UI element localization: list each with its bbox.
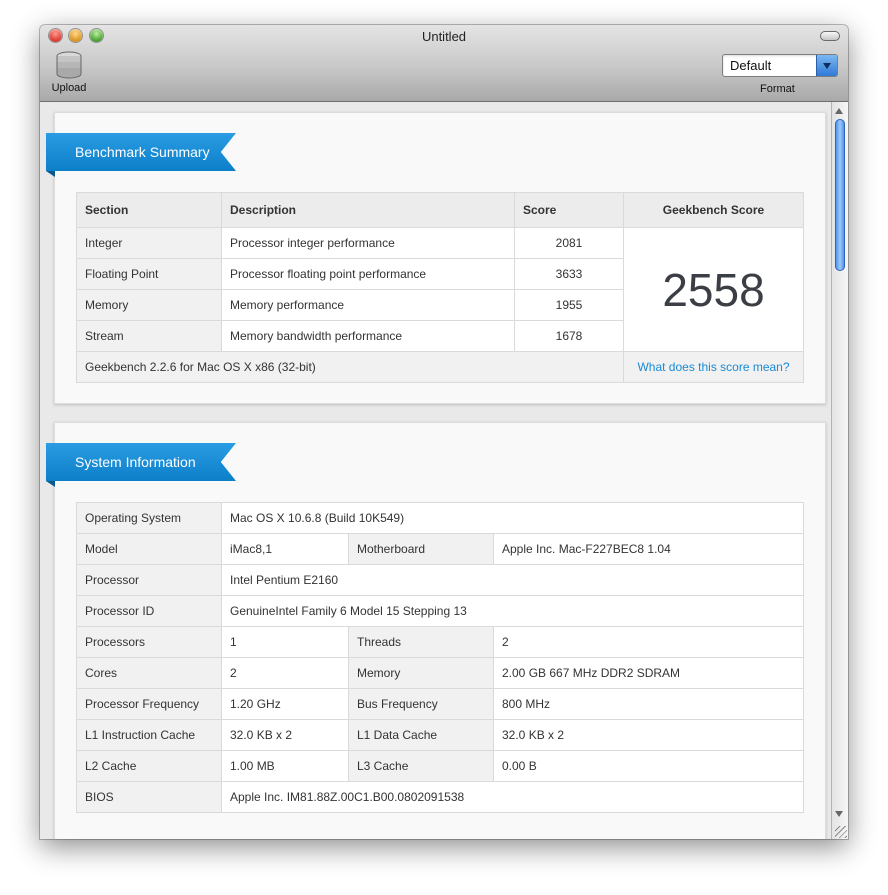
database-upload-icon bbox=[56, 51, 82, 79]
row-section: Floating Point bbox=[76, 258, 222, 290]
processor-frequency-label: Processor Frequency bbox=[76, 688, 222, 720]
row-description: Processor floating point performance bbox=[221, 258, 515, 290]
system-information-card: System Information Operating System Mac … bbox=[46, 422, 826, 839]
toolbar-toggle-button[interactable] bbox=[820, 31, 840, 41]
resize-grip-icon[interactable] bbox=[835, 826, 847, 838]
cores-value: 2 bbox=[221, 657, 349, 689]
os-label: Operating System bbox=[76, 502, 222, 534]
geekbench-version: Geekbench 2.2.6 for Mac OS X x86 (32-bit… bbox=[76, 351, 624, 383]
benchmark-summary-card: Benchmark Summary Section Description Sc… bbox=[46, 112, 826, 404]
row-section: Stream bbox=[76, 320, 222, 352]
threads-label: Threads bbox=[348, 626, 494, 658]
table-row: Processor Intel Pentium E2160 bbox=[76, 564, 804, 596]
os-value: Mac OS X 10.6.8 (Build 10K549) bbox=[221, 502, 804, 534]
system-information-table: Operating System Mac OS X 10.6.8 (Build … bbox=[76, 502, 804, 813]
app-window: Untitled Upload Default Format Benchmark… bbox=[40, 25, 848, 839]
column-header-description: Description bbox=[221, 192, 515, 228]
row-description: Memory bandwidth performance bbox=[221, 320, 515, 352]
benchmark-summary-heading: Benchmark Summary bbox=[46, 133, 236, 171]
row-score: 1955 bbox=[514, 289, 624, 321]
cores-label: Cores bbox=[76, 657, 222, 689]
table-row: BIOS Apple Inc. IM81.88Z.00C1.B00.080209… bbox=[76, 781, 804, 813]
column-header-geekbench-score: Geekbench Score bbox=[623, 192, 804, 228]
table-row: Processor Frequency 1.20 GHz Bus Frequen… bbox=[76, 688, 804, 720]
row-score: 2081 bbox=[514, 227, 624, 259]
l3-cache-value: 0.00 B bbox=[493, 750, 804, 782]
motherboard-label: Motherboard bbox=[348, 533, 494, 565]
table-row: L2 Cache 1.00 MB L3 Cache 0.00 B bbox=[76, 750, 804, 782]
table-row: Integer Processor integer performance 20… bbox=[76, 227, 804, 352]
table-header-row: Section Description Score Geekbench Scor… bbox=[76, 192, 804, 228]
row-section: Memory bbox=[76, 289, 222, 321]
model-value: iMac8,1 bbox=[221, 533, 349, 565]
format-select[interactable]: Default bbox=[722, 54, 838, 77]
geekbench-score-cell: 2558 bbox=[623, 227, 804, 352]
geekbench-score: 2558 bbox=[662, 263, 765, 316]
upload-label: Upload bbox=[51, 82, 87, 94]
format-select-value: Default bbox=[730, 58, 772, 73]
column-header-score: Score bbox=[514, 192, 624, 228]
threads-value: 2 bbox=[493, 626, 804, 658]
ribbon-fold bbox=[46, 481, 55, 487]
report-content: Benchmark Summary Section Description Sc… bbox=[40, 102, 832, 839]
processor-id-value: GenuineIntel Family 6 Model 15 Stepping … bbox=[221, 595, 804, 627]
processor-label: Processor bbox=[76, 564, 222, 596]
l2-cache-label: L2 Cache bbox=[76, 750, 222, 782]
processor-id-label: Processor ID bbox=[76, 595, 222, 627]
l1-instruction-cache-label: L1 Instruction Cache bbox=[76, 719, 222, 751]
memory-value: 2.00 GB 667 MHz DDR2 SDRAM bbox=[493, 657, 804, 689]
row-description: Processor integer performance bbox=[221, 227, 515, 259]
processor-value: Intel Pentium E2160 bbox=[221, 564, 804, 596]
model-label: Model bbox=[76, 533, 222, 565]
memory-label: Memory bbox=[348, 657, 494, 689]
score-meaning-link[interactable]: What does this score mean? bbox=[623, 351, 804, 383]
motherboard-value: Apple Inc. Mac-F227BEC8 1.04 bbox=[493, 533, 804, 565]
processors-value: 1 bbox=[221, 626, 349, 658]
scrollbar-thumb[interactable] bbox=[835, 119, 845, 271]
bios-value: Apple Inc. IM81.88Z.00C1.B00.0802091538 bbox=[221, 781, 804, 813]
bus-frequency-label: Bus Frequency bbox=[348, 688, 494, 720]
column-header-section: Section bbox=[76, 192, 222, 228]
format-label: Format bbox=[760, 83, 795, 95]
l3-cache-label: L3 Cache bbox=[348, 750, 494, 782]
row-section: Integer bbox=[76, 227, 222, 259]
l1-data-cache-value: 32.0 KB x 2 bbox=[493, 719, 804, 751]
row-score: 3633 bbox=[514, 258, 624, 290]
table-row: Model iMac8,1 Motherboard Apple Inc. Mac… bbox=[76, 533, 804, 565]
bus-frequency-value: 800 MHz bbox=[493, 688, 804, 720]
table-row: Processor ID GenuineIntel Family 6 Model… bbox=[76, 595, 804, 627]
titlebar: Untitled Upload Default Format bbox=[40, 25, 848, 102]
row-score: 1678 bbox=[514, 320, 624, 352]
table-row: Cores 2 Memory 2.00 GB 667 MHz DDR2 SDRA… bbox=[76, 657, 804, 689]
system-information-heading: System Information bbox=[46, 443, 236, 481]
row-description: Memory performance bbox=[221, 289, 515, 321]
processor-frequency-value: 1.20 GHz bbox=[221, 688, 349, 720]
chevron-down-icon[interactable] bbox=[816, 55, 837, 76]
table-row: Operating System Mac OS X 10.6.8 (Build … bbox=[76, 502, 804, 534]
upload-button[interactable]: Upload bbox=[49, 51, 89, 94]
scroll-up-arrow-icon[interactable] bbox=[835, 108, 843, 114]
l2-cache-value: 1.00 MB bbox=[221, 750, 349, 782]
table-row: L1 Instruction Cache 32.0 KB x 2 L1 Data… bbox=[76, 719, 804, 751]
processors-label: Processors bbox=[76, 626, 222, 658]
scroll-down-arrow-icon[interactable] bbox=[835, 811, 843, 817]
ribbon-fold bbox=[46, 171, 55, 177]
table-footer-row: Geekbench 2.2.6 for Mac OS X x86 (32-bit… bbox=[76, 351, 804, 383]
l1-data-cache-label: L1 Data Cache bbox=[348, 719, 494, 751]
benchmark-table: Section Description Score Geekbench Scor… bbox=[76, 192, 804, 383]
table-row: Processors 1 Threads 2 bbox=[76, 626, 804, 658]
window-title: Untitled bbox=[421, 29, 467, 44]
vertical-scrollbar[interactable] bbox=[831, 102, 848, 839]
l1-instruction-cache-value: 32.0 KB x 2 bbox=[221, 719, 349, 751]
bios-label: BIOS bbox=[76, 781, 222, 813]
